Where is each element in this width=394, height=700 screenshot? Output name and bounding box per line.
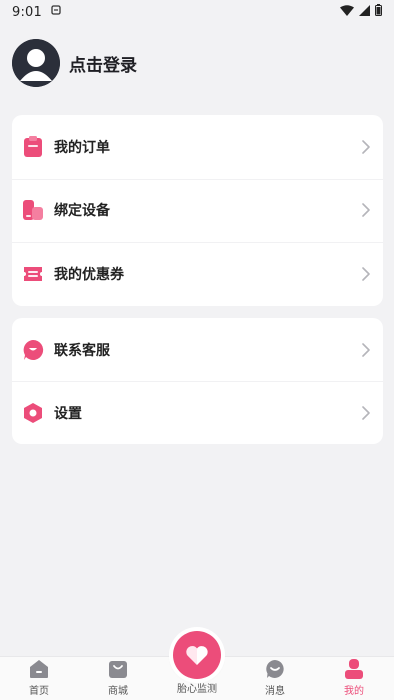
battery-icon [375, 4, 382, 20]
home-icon [30, 660, 48, 678]
tab-mine-label: 我的 [344, 686, 364, 697]
tab-mall[interactable]: 商城 [88, 658, 148, 697]
chevron-right-icon [362, 203, 370, 218]
menu-label: 设置 [54, 405, 82, 422]
menu-card-account: 我的订单 绑定设备 我的优惠券 [12, 115, 383, 306]
menu-item-customer-service[interactable]: 联系客服 [12, 318, 383, 381]
tab-mall-label: 商城 [108, 686, 128, 697]
order-icon [22, 135, 44, 158]
menu-card-support: 联系客服 设置 [12, 318, 383, 444]
avatar[interactable] [12, 39, 60, 87]
fetal-heart-monitor-button[interactable] [173, 631, 221, 679]
chevron-right-icon [362, 405, 370, 420]
signal-icon [359, 4, 370, 20]
chevron-right-icon [362, 139, 370, 154]
menu-item-orders[interactable]: 我的订单 [12, 115, 383, 179]
notification-icon [50, 4, 62, 20]
heart-icon [186, 646, 208, 665]
menu-label: 联系客服 [54, 342, 110, 359]
chevron-right-icon [362, 342, 370, 357]
menu-item-coupons[interactable]: 我的优惠券 [12, 242, 383, 306]
menu-label: 我的订单 [54, 139, 110, 156]
chevron-right-icon [362, 266, 370, 281]
coupon-icon [22, 263, 44, 285]
menu-item-settings[interactable]: 设置 [12, 381, 383, 444]
tab-home-label: 首页 [29, 686, 49, 697]
customer-service-icon [22, 339, 44, 361]
tab-home[interactable]: 首页 [9, 658, 69, 697]
login-label[interactable]: 点击登录 [69, 51, 137, 76]
status-bar: 9:01 [0, 0, 394, 24]
tab-center-label[interactable]: 胎心监测 [167, 680, 227, 695]
tab-messages-label: 消息 [265, 686, 285, 697]
menu-label: 绑定设备 [54, 203, 110, 220]
wifi-icon [340, 4, 354, 20]
menu-item-bind-device[interactable]: 绑定设备 [12, 178, 383, 243]
message-icon [266, 660, 284, 678]
tab-messages[interactable]: 消息 [245, 658, 305, 697]
device-icon [22, 199, 44, 221]
tab-mine[interactable]: 我的 [324, 658, 384, 697]
login-area[interactable]: 点击登录 [12, 38, 137, 88]
settings-icon [22, 402, 44, 424]
status-time: 9:01 [12, 4, 42, 20]
user-icon [345, 659, 363, 679]
menu-label: 我的优惠券 [54, 266, 124, 283]
shopping-bag-icon [109, 661, 127, 678]
